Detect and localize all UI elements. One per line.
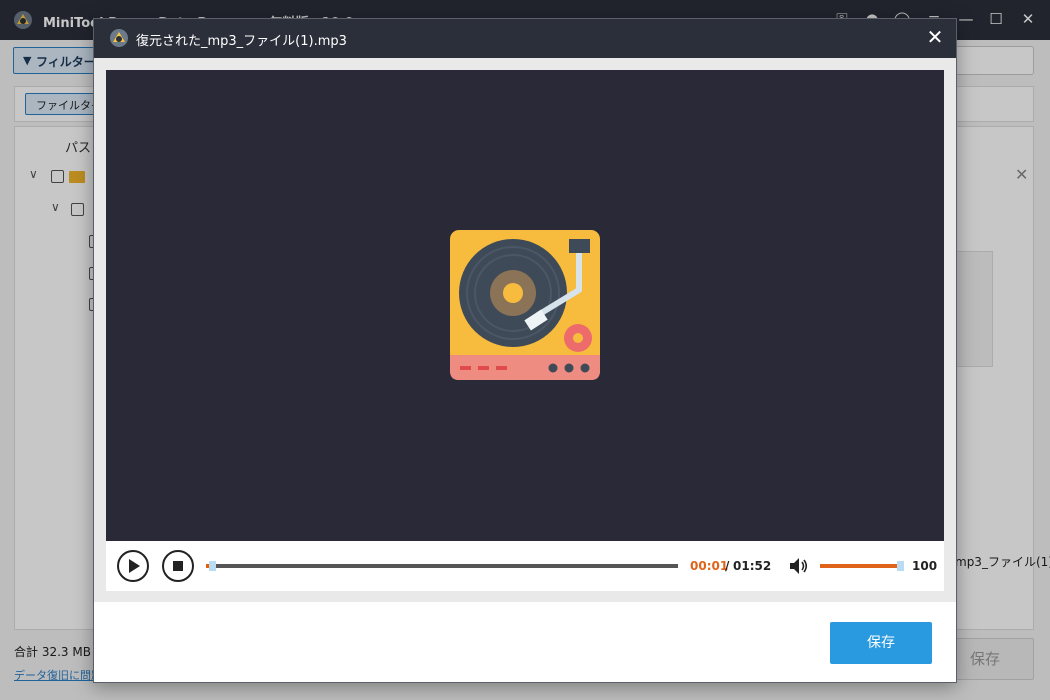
dialog-titlebar: 復元された_mp3_ファイル(1).mp3 ✕ xyxy=(94,19,956,58)
volume-fill xyxy=(820,564,904,568)
volume-handle[interactable] xyxy=(897,561,904,571)
play-icon xyxy=(129,559,140,573)
close-icon[interactable]: ✕ xyxy=(924,25,946,49)
total-time: 01:52 xyxy=(733,559,772,573)
stop-icon xyxy=(173,561,183,571)
progress-handle[interactable] xyxy=(209,561,216,571)
play-button[interactable] xyxy=(117,550,149,582)
stop-button[interactable] xyxy=(162,550,194,582)
preview-dialog: 復元された_mp3_ファイル(1).mp3 ✕ 00:01 / 01:52 10… xyxy=(93,18,957,683)
progress-bar[interactable] xyxy=(206,561,678,571)
volume-value: 100 xyxy=(912,559,938,573)
media-display xyxy=(106,70,944,541)
volume-slider[interactable] xyxy=(820,561,904,571)
speaker-icon[interactable] xyxy=(787,555,809,577)
save-button[interactable]: 保存 xyxy=(830,622,932,664)
time-separator: / xyxy=(725,559,730,573)
dialog-body: 00:01 / 01:52 100 xyxy=(94,58,956,602)
turntable-icon xyxy=(450,230,600,380)
dialog-title: 復元された_mp3_ファイル(1).mp3 xyxy=(136,34,347,49)
current-time: 00:01 xyxy=(690,559,729,573)
player-controls: 00:01 / 01:52 100 xyxy=(106,541,944,591)
app-logo-icon xyxy=(110,29,128,47)
dialog-footer: 保存 xyxy=(94,602,956,682)
